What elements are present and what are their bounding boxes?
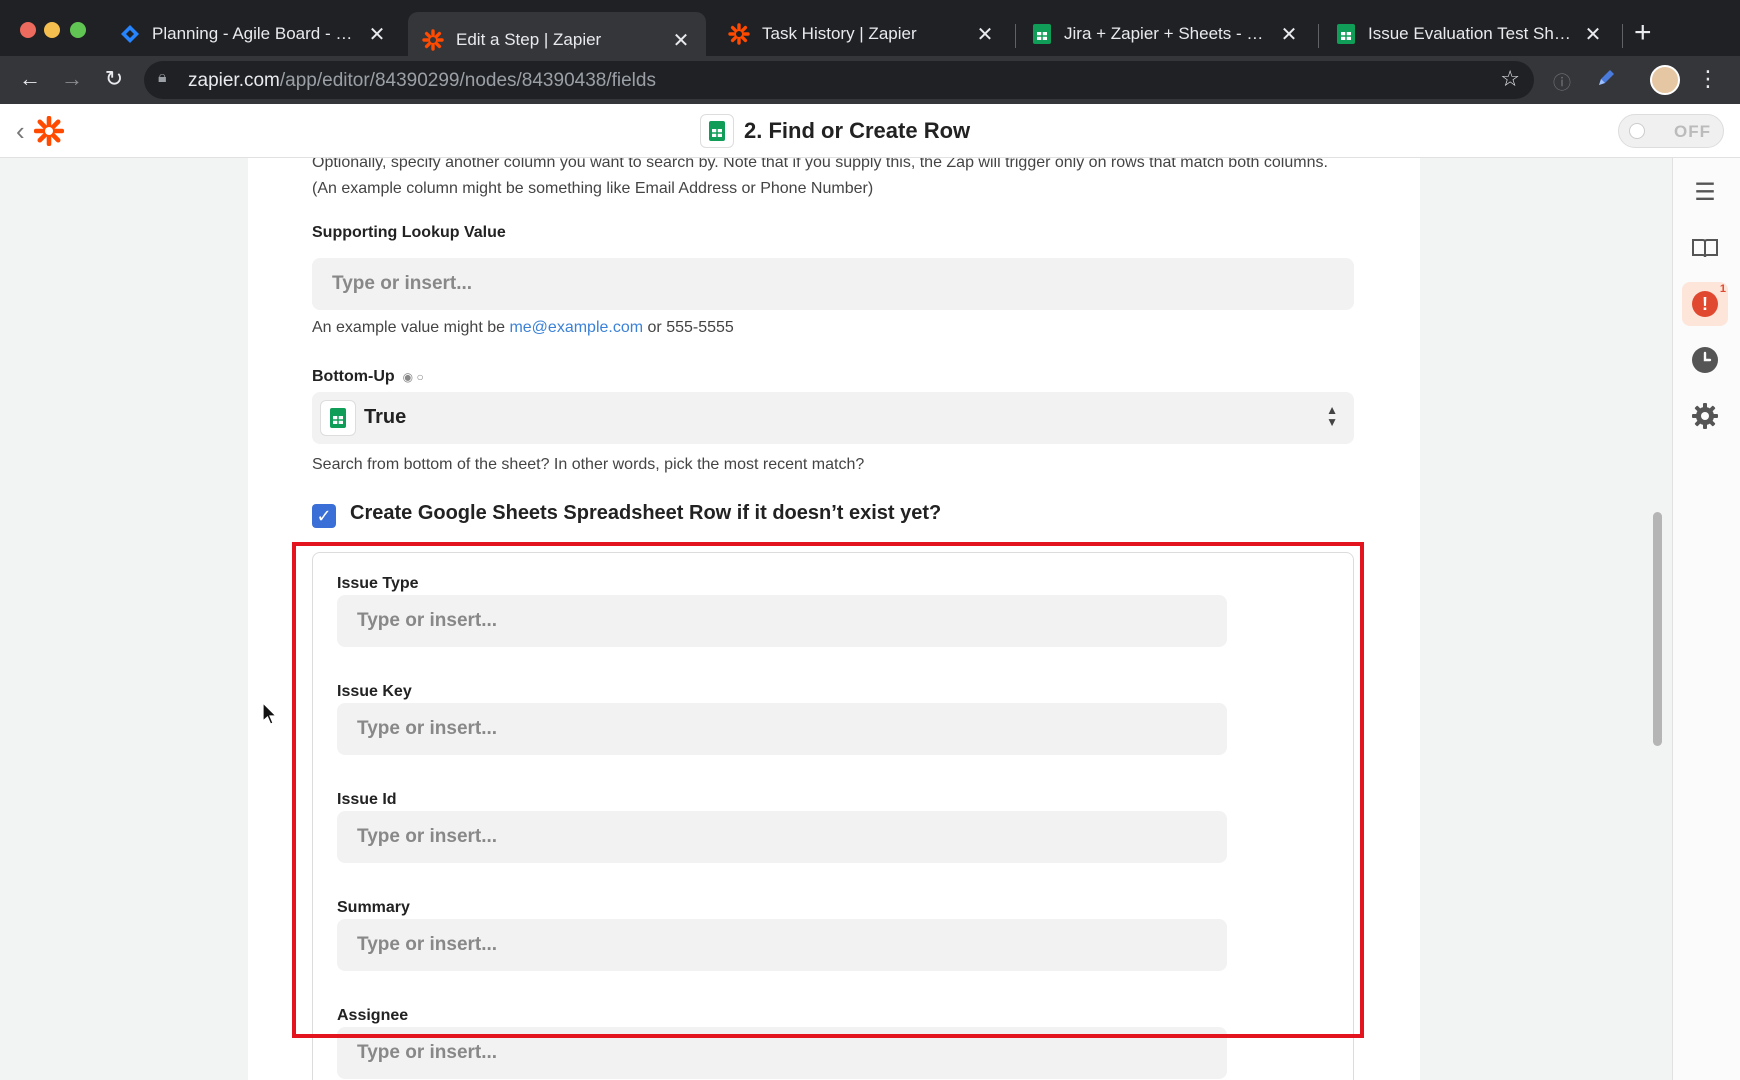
back-arrow-icon[interactable]: ← [16, 66, 44, 92]
tab-separator [1622, 24, 1623, 48]
create-row-label: Create Google Sheets Spreadsheet Row if … [350, 502, 942, 524]
issue-key-input[interactable]: Type or insert... [337, 703, 1227, 755]
window-maximize-button[interactable] [70, 22, 86, 38]
settings-gear-icon[interactable] [1682, 394, 1728, 438]
window-minimize-button[interactable] [44, 22, 60, 38]
profile-avatar[interactable] [1650, 65, 1680, 95]
bottom-up-help: Search from bottom of the sheet? In othe… [312, 456, 865, 473]
google-sheets-icon [320, 400, 356, 436]
alert-issues-button[interactable]: ! 1 [1682, 282, 1728, 326]
outline-list-icon[interactable]: ☰ [1682, 170, 1728, 214]
supporting-lookup-value-input[interactable]: Type or insert... [312, 258, 1354, 310]
mouse-cursor-icon [262, 702, 278, 725]
back-chevron-icon[interactable]: ‹ [16, 116, 25, 147]
bottom-up-label-text: Bottom-Up [312, 368, 395, 385]
bookmark-star-icon[interactable]: ☆ [1500, 66, 1520, 92]
summary-input[interactable]: Type or insert... [337, 919, 1227, 971]
extension-pen-icon[interactable] [1592, 67, 1620, 95]
input-placeholder: Type or insert... [357, 826, 498, 847]
alert-count-badge: 1 [1719, 283, 1726, 295]
browser-menu-icon[interactable]: ⋮ [1694, 66, 1722, 92]
issue-type-input[interactable]: Type or insert... [337, 595, 1227, 647]
input-placeholder: Type or insert... [357, 1042, 498, 1063]
step-title: 2. Find or Create Row [700, 114, 970, 148]
info-circle-icon[interactable]: ⓘ [1548, 69, 1576, 95]
zapier-icon [728, 23, 750, 45]
browser-tab-jira[interactable]: Planning - Agile Board - JIRA ✕ [106, 12, 402, 56]
bottom-up-value: True [364, 406, 407, 428]
alert-exclamation-icon: ! [1692, 291, 1718, 317]
tab-close-icon[interactable]: ✕ [670, 28, 692, 53]
field-label-issue-type: Issue Type [337, 575, 419, 592]
tab-separator [1015, 24, 1016, 48]
toggle-label: OFF [1674, 122, 1711, 141]
bottom-up-label: Bottom-Up ◉ ○ [312, 368, 424, 386]
tab-close-icon[interactable]: ✕ [1278, 22, 1300, 47]
history-clock-icon[interactable] [1682, 338, 1728, 382]
issue-id-input[interactable]: Type or insert... [337, 811, 1227, 863]
tab-title: Jira + Zapier + Sheets - Google [1064, 24, 1268, 43]
browser-toolbar: ← → ↻ 🔒︎ zapier.com/app/editor/84390299/… [0, 56, 1740, 104]
browser-tab-task-history[interactable]: Task History | Zapier ✕ [714, 12, 1010, 56]
address-bar[interactable]: 🔒︎ zapier.com/app/editor/84390299/nodes/… [144, 61, 1534, 99]
window-close-button[interactable] [20, 22, 36, 38]
field-label-issue-id: Issue Id [337, 791, 397, 808]
field-label-assignee: Assignee [337, 1007, 409, 1024]
bottom-up-select[interactable]: True ▲ ▼ [312, 392, 1354, 444]
tab-title: Planning - Agile Board - JIRA [152, 24, 356, 43]
create-row-fields-group: Issue Type Type or insert... Issue Key T… [312, 552, 1354, 1080]
tab-title: Task History | Zapier [762, 24, 917, 43]
example-email-link[interactable]: me@example.com [509, 319, 643, 336]
zapier-icon [422, 29, 444, 51]
url-text: zapier.com/app/editor/84390299/nodes/843… [188, 70, 656, 92]
tab-close-icon[interactable]: ✕ [366, 22, 388, 47]
input-placeholder: Type or insert... [357, 610, 498, 631]
example-value-help: An example value might be me@example.com… [312, 315, 734, 341]
supporting-lookup-value-label: Supporting Lookup Value [312, 224, 506, 241]
google-sheets-app-icon [700, 114, 734, 148]
page-scrollbar-thumb[interactable] [1653, 512, 1662, 746]
select-arrows-icon: ▲ ▼ [1326, 403, 1338, 429]
toggle-knob [1629, 123, 1645, 139]
editor-header: ‹ 2. Find or Create Row OFF [0, 104, 1740, 158]
tab-title: Issue Evaluation Test Sheet - G [1368, 24, 1572, 43]
forward-arrow-icon[interactable]: → [58, 66, 86, 92]
radio-toggle-icon[interactable]: ◉ ○ [403, 370, 424, 384]
new-tab-plus-icon[interactable]: + [1634, 18, 1652, 48]
step-title-text: 2. Find or Create Row [744, 118, 971, 143]
sheets-icon [1033, 24, 1051, 44]
jira-icon [121, 25, 139, 43]
assignee-input[interactable]: Type or insert... [337, 1027, 1227, 1079]
field-label-issue-key: Issue Key [337, 683, 412, 700]
field-label-summary: Summary [337, 899, 410, 916]
input-placeholder: Type or insert... [357, 934, 498, 955]
tab-title: Edit a Step | Zapier [456, 30, 602, 49]
reload-icon[interactable]: ↻ [100, 66, 128, 92]
sheets-icon [1337, 24, 1355, 44]
example-prefix: An example value might be [312, 319, 510, 336]
tab-separator [1318, 24, 1319, 48]
zapier-editor: ‹ 2. Find or Create Row OFF Optionally, … [0, 104, 1740, 1080]
supporting-column-help: Optionally, specify another column you w… [312, 158, 1328, 197]
url-domain: zapier.com [188, 70, 280, 91]
input-placeholder: Type or insert... [332, 273, 473, 294]
example-suffix: or 555-5555 [643, 319, 734, 336]
input-placeholder: Type or insert... [357, 718, 498, 739]
browser-tab-issue-evaluation[interactable]: Issue Evaluation Test Sheet - G ✕ [1322, 12, 1618, 56]
book-guide-icon[interactable] [1682, 226, 1728, 270]
tab-close-icon[interactable]: ✕ [974, 22, 996, 47]
tab-close-icon[interactable]: ✕ [1582, 22, 1604, 47]
zapier-logo-icon[interactable] [34, 116, 64, 146]
lock-icon: 🔒︎ [158, 69, 167, 86]
url-path: /app/editor/84390299/nodes/84390438/fiel… [279, 70, 656, 91]
editor-right-sidebar: ☰ ! 1 [1672, 158, 1740, 1080]
step-fields-panel: Optionally, specify another column you w… [248, 158, 1420, 1080]
create-row-checkbox[interactable]: ✓ [312, 504, 336, 528]
zap-on-off-toggle[interactable]: OFF [1618, 114, 1724, 148]
browser-tab-jira-zapier-sheets[interactable]: Jira + Zapier + Sheets - Google ✕ [1018, 12, 1314, 56]
